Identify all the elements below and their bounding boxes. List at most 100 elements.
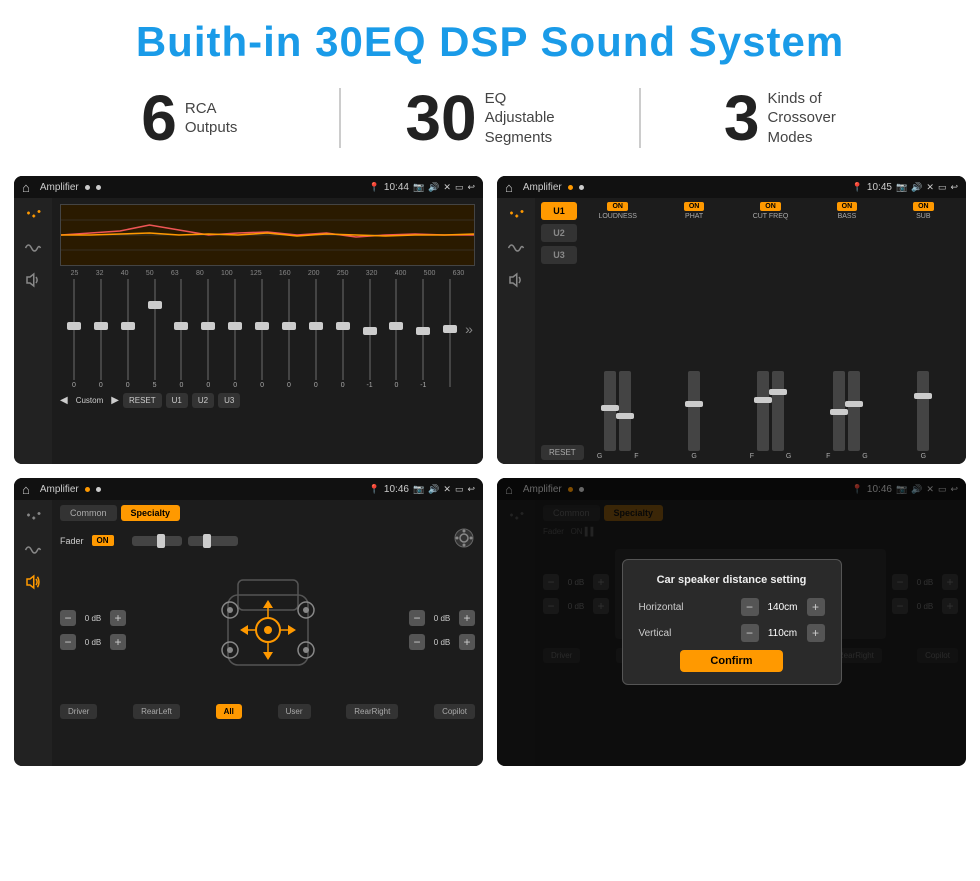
status-icons: 📍 10:44 📷 🔊 ✕ ▭ ↩: [369, 182, 475, 193]
phat-on[interactable]: ON: [684, 202, 705, 211]
eq-graph: [60, 204, 475, 266]
copilot-button[interactable]: Copilot: [434, 704, 475, 719]
fader-plus-3[interactable]: +: [459, 610, 475, 626]
cutfreq-slider-g[interactable]: [772, 371, 784, 451]
u3-preset[interactable]: U3: [541, 246, 577, 264]
vertical-plus[interactable]: +: [807, 624, 825, 642]
fader-plus-2[interactable]: +: [110, 634, 126, 650]
close-icon-3[interactable]: ✕: [443, 484, 451, 495]
user-button[interactable]: User: [278, 704, 311, 719]
fader-bottom-bar: Driver RearLeft All User RearRight Copil…: [60, 704, 475, 719]
eq-slider-12[interactable]: 0: [385, 279, 409, 389]
close-icon[interactable]: ✕: [443, 182, 451, 193]
eq-slider-4[interactable]: 0: [170, 279, 194, 389]
vertical-value: 110cm: [763, 628, 803, 639]
driver-button[interactable]: Driver: [60, 704, 97, 719]
fader-plus-4[interactable]: +: [459, 634, 475, 650]
eq-icon-2[interactable]: [504, 206, 528, 226]
eq-slider-5[interactable]: 0: [196, 279, 220, 389]
fader-screen-content: Common Specialty Fader ON: [14, 500, 483, 766]
eq-icon[interactable]: [21, 206, 45, 226]
dialog-horizontal-row: Horizontal − 140cm +: [639, 598, 825, 616]
window-icon-2[interactable]: ▭: [938, 182, 947, 193]
eq-slider-9[interactable]: 0: [304, 279, 328, 389]
u2-button[interactable]: U2: [192, 393, 214, 408]
expand-icon[interactable]: »: [465, 321, 473, 347]
prev-icon[interactable]: ◀: [60, 395, 68, 406]
eq-slider-1[interactable]: 0: [89, 279, 113, 389]
back-icon-2[interactable]: ↩: [950, 182, 958, 193]
stat-rca-number: 6: [141, 86, 177, 150]
eq-slider-13[interactable]: -1: [411, 279, 435, 389]
common-tab[interactable]: Common: [60, 505, 117, 521]
loudness-slider-g[interactable]: [604, 371, 616, 451]
xover-status-icons: 📍 10:45 📷 🔊 ✕ ▭ ↩: [852, 182, 958, 193]
fader-tabs: Common Specialty: [60, 505, 475, 521]
eq-slider-6[interactable]: 0: [223, 279, 247, 389]
rearleft-button[interactable]: RearLeft: [133, 704, 180, 719]
dot2: [96, 185, 101, 190]
eq-slider-10[interactable]: 0: [331, 279, 355, 389]
xover-reset-btn[interactable]: RESET: [541, 445, 584, 460]
sub-slider[interactable]: [917, 371, 929, 451]
fader-on-badge[interactable]: ON: [92, 535, 114, 546]
next-icon[interactable]: ▶: [111, 395, 119, 406]
eq-slider-3[interactable]: 5: [143, 279, 167, 389]
wave-icon-3[interactable]: [21, 540, 45, 560]
specialty-tab[interactable]: Specialty: [121, 505, 181, 521]
speaker-icon[interactable]: [21, 270, 45, 290]
fader-minus-2[interactable]: −: [60, 634, 76, 650]
horizontal-minus[interactable]: −: [741, 598, 759, 616]
fader-minus-1[interactable]: −: [60, 610, 76, 626]
xover-screen-content: U1 U2 U3 RESET ON LOUDNESS: [497, 198, 966, 464]
speaker-icon-2[interactable]: [504, 270, 528, 290]
fader-h-track-1[interactable]: [132, 536, 182, 546]
window-icon[interactable]: ▭: [455, 182, 464, 193]
fader-minus-3[interactable]: −: [409, 610, 425, 626]
home-icon[interactable]: ⌂: [22, 180, 30, 195]
eq-slider-14[interactable]: [438, 279, 462, 389]
fader-plus-1[interactable]: +: [110, 610, 126, 626]
loudness-label: LOUDNESS: [598, 213, 637, 220]
eq-slider-2[interactable]: 0: [116, 279, 140, 389]
back-icon[interactable]: ↩: [467, 182, 475, 193]
u2-preset[interactable]: U2: [541, 224, 577, 242]
camera-icon-3: 📷: [413, 484, 424, 495]
bass-slider-f[interactable]: [833, 371, 845, 451]
horizontal-plus[interactable]: +: [807, 598, 825, 616]
wave-icon-2[interactable]: [504, 238, 528, 258]
bass-on[interactable]: ON: [837, 202, 858, 211]
settings-icon[interactable]: [453, 527, 475, 549]
all-button[interactable]: All: [216, 704, 242, 719]
home-icon-3[interactable]: ⌂: [22, 482, 30, 497]
phat-slider[interactable]: [688, 371, 700, 451]
wave-icon[interactable]: [21, 238, 45, 258]
bass-slider-g[interactable]: [848, 371, 860, 451]
confirm-button[interactable]: Confirm: [680, 650, 782, 672]
eq-slider-8[interactable]: 0: [277, 279, 301, 389]
eq-slider-7[interactable]: 0: [250, 279, 274, 389]
u1-preset[interactable]: U1: [541, 202, 577, 220]
fader-minus-4[interactable]: −: [409, 634, 425, 650]
window-icon-3[interactable]: ▭: [455, 484, 464, 495]
eq-slider-0[interactable]: 0: [62, 279, 86, 389]
eq-slider-11[interactable]: -1: [358, 279, 382, 389]
reset-button[interactable]: RESET: [123, 393, 162, 408]
cutfreq-on[interactable]: ON: [760, 202, 781, 211]
eq-icon-3[interactable]: [21, 508, 45, 528]
back-icon-3[interactable]: ↩: [467, 484, 475, 495]
loudness-on[interactable]: ON: [607, 202, 628, 211]
loudness-slider-f[interactable]: [619, 371, 631, 451]
vertical-minus[interactable]: −: [741, 624, 759, 642]
u1-button[interactable]: U1: [166, 393, 188, 408]
rearright-button[interactable]: RearRight: [346, 704, 398, 719]
fader-h-track-2[interactable]: [188, 536, 238, 546]
fader-db-ctrl-2: − 0 dB +: [60, 634, 126, 650]
u3-button[interactable]: U3: [218, 393, 240, 408]
cutfreq-slider-f[interactable]: [757, 371, 769, 451]
speaker-icon-3[interactable]: [21, 572, 45, 592]
close-icon-2[interactable]: ✕: [926, 182, 934, 193]
home-icon-2[interactable]: ⌂: [505, 180, 513, 195]
sub-on[interactable]: ON: [913, 202, 934, 211]
xover-main: U1 U2 U3 RESET ON LOUDNESS: [535, 198, 966, 464]
